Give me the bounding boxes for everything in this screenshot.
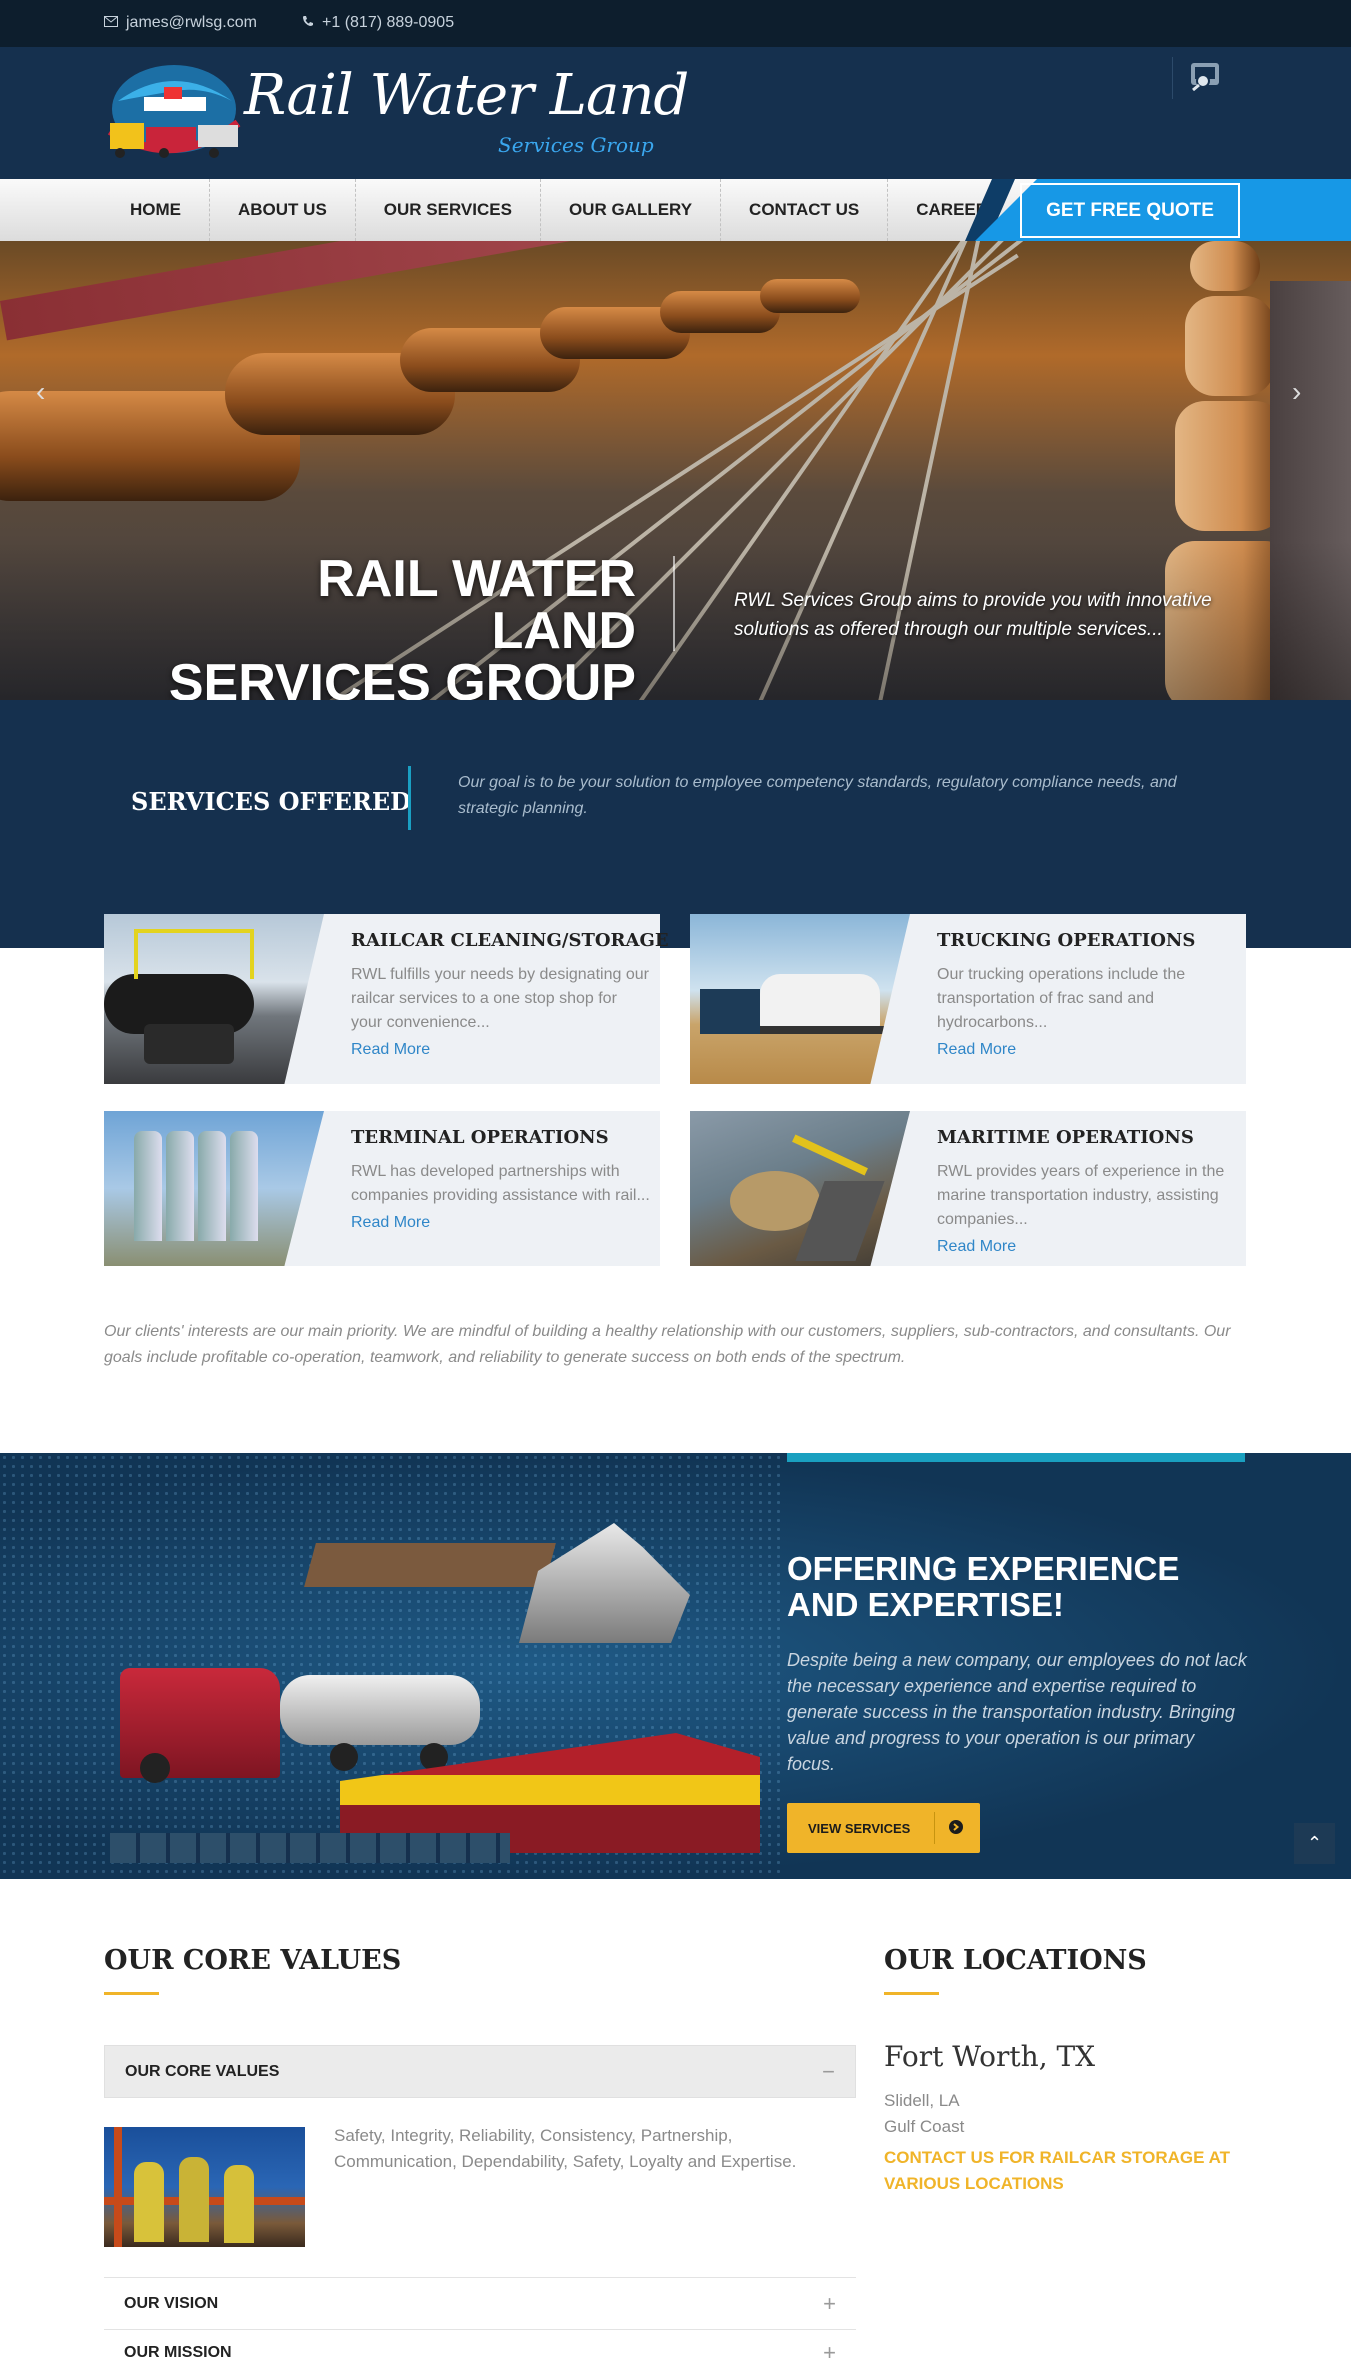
back-to-top-button[interactable]: ⌃ <box>1294 1823 1335 1864</box>
service-card-title: MARITIME OPERATIONS <box>937 1127 1194 1148</box>
service-card-desc: RWL provides years of experience in the … <box>937 1163 1225 1228</box>
nav-our-gallery[interactable]: OUR GALLERY <box>539 179 720 241</box>
hero-divider <box>673 556 675 651</box>
accordion-label: OUR VISION <box>124 2294 219 2312</box>
accordion-label: OUR CORE VALUES <box>125 2062 280 2080</box>
read-more-link[interactable]: Read More <box>937 1238 1237 1256</box>
phone-text: +1 (817) 889-0905 <box>322 14 455 31</box>
read-more-link[interactable]: Read More <box>351 1041 651 1059</box>
locations-heading: OUR LOCATIONS <box>884 1945 1147 1976</box>
service-card-terminal: TERMINAL OPERATIONS RWL has developed pa… <box>104 1111 660 1266</box>
experience-title: OFFERING EXPERIENCE AND EXPERTISE! <box>787 1550 1180 1623</box>
truck-tank-graphic <box>280 1675 480 1745</box>
phone-icon <box>302 14 314 32</box>
railcar-storage-contact-link[interactable]: CONTACT US FOR RAILCAR STORAGE AT VARIOU… <box>884 2145 1234 2197</box>
core-values-text: Safety, Integrity, Reliability, Consiste… <box>334 2126 797 2171</box>
services-intro: Our goal is to be your solution to emplo… <box>458 774 1177 817</box>
experience-text: Despite being a new company, our employe… <box>787 1650 1247 1774</box>
read-more-link[interactable]: Read More <box>937 1041 1237 1059</box>
hero-title-line-1: RAIL WATER LAND <box>317 550 636 660</box>
location-city: Fort Worth, TX <box>884 2040 1096 2073</box>
accordion-label: OUR MISSION <box>124 2344 232 2361</box>
nav-home[interactable]: HOME <box>104 179 209 241</box>
logo-emblem-icon <box>107 65 241 158</box>
accordion-our-mission[interactable]: OUR MISSION + <box>104 2329 856 2376</box>
railcars-graphic <box>110 1833 510 1863</box>
service-card-title: RAILCAR CLEANING/STORAGE <box>351 930 669 951</box>
envelope-icon <box>104 14 118 32</box>
service-card-title: TERMINAL OPERATIONS <box>351 1127 609 1148</box>
nav-contact-us[interactable]: CONTACT US <box>720 179 887 241</box>
service-card-desc: Our trucking operations include the tran… <box>937 966 1186 1031</box>
read-more-link[interactable]: Read More <box>351 1214 651 1232</box>
service-card-maritime: MARITIME OPERATIONS RWL provides years o… <box>690 1111 1246 1266</box>
site-logo[interactable]: Rail Water Land Services Group <box>104 61 689 171</box>
services-section: SERVICES OFFERED Our goal is to be your … <box>0 700 1351 948</box>
services-heading: SERVICES OFFERED <box>131 787 411 816</box>
nav-our-services[interactable]: OUR SERVICES <box>354 179 540 241</box>
get-free-quote-button[interactable]: GET FREE QUOTE <box>1020 183 1240 238</box>
top-bar: james@rwlsg.com +1 (817) 889-0905 <box>0 0 1351 47</box>
view-services-button[interactable]: VIEW SERVICES <box>787 1803 980 1853</box>
search-button[interactable] <box>1172 57 1238 99</box>
hero-slider: ‹ › RAIL WATER LAND SERVICES GROUP RWL S… <box>0 241 1351 700</box>
maritime-photo <box>690 1111 910 1266</box>
railcar-photo <box>104 914 324 1084</box>
terminal-photo <box>104 1111 324 1266</box>
accordion-core-values[interactable]: OUR CORE VALUES − <box>104 2045 856 2098</box>
search-icon <box>1189 61 1223 96</box>
service-card-title: TRUCKING OPERATIONS <box>937 930 1196 951</box>
service-card-desc: RWL has developed partnerships with comp… <box>351 1163 650 1204</box>
email-text: james@rwlsg.com <box>126 14 257 31</box>
chevron-up-icon: ⌃ <box>1306 1833 1323 1853</box>
core-values-photo <box>104 2127 305 2247</box>
clients-statement: Our clients' interests are our main prio… <box>104 1323 1231 1366</box>
barge-graphic <box>304 1543 556 1587</box>
locations-underline <box>884 1992 939 1995</box>
nav-about-us[interactable]: ABOUT US <box>209 179 355 241</box>
site-header: Rail Water Land Services Group <box>0 47 1351 179</box>
service-card-trucking: TRUCKING OPERATIONS Our trucking operati… <box>690 914 1246 1084</box>
experience-section: OFFERING EXPERIENCE AND EXPERTISE! Despi… <box>0 1453 1351 1879</box>
experience-accent-bar <box>787 1453 1245 1462</box>
location-line: Gulf Coast <box>884 2117 965 2136</box>
trucking-photo <box>690 914 910 1084</box>
service-card-railcar: RAILCAR CLEANING/STORAGE RWL fulfills yo… <box>104 914 669 1084</box>
accordion-our-vision[interactable]: OUR VISION + <box>104 2277 856 2329</box>
minus-icon: − <box>822 2058 835 2084</box>
core-values-heading: OUR CORE VALUES <box>104 1945 402 1976</box>
logo-title: Rail Water Land <box>244 63 689 128</box>
location-line: Slidell, LA <box>884 2091 960 2110</box>
hero-title: RAIL WATER LAND SERVICES GROUP <box>160 553 636 700</box>
view-services-label: VIEW SERVICES <box>808 1820 911 1836</box>
arrow-circle-right-icon <box>949 1819 963 1837</box>
hero-subtitle: RWL Services Group aims to provide you w… <box>734 590 1212 640</box>
email-contact[interactable]: james@rwlsg.com <box>104 14 257 32</box>
hero-title-line-2: SERVICES GROUP <box>168 654 636 700</box>
plus-icon: + <box>823 2290 836 2316</box>
plus-icon: + <box>823 2340 836 2365</box>
service-card-desc: RWL fulfills your needs by designating o… <box>351 966 649 1031</box>
phone-contact[interactable]: +1 (817) 889-0905 <box>302 14 454 32</box>
core-values-underline <box>104 1992 159 1995</box>
services-heading-divider <box>408 766 411 830</box>
logo-subtitle: Services Group <box>498 133 654 157</box>
slider-prev-icon[interactable]: ‹ <box>36 376 45 408</box>
slider-next-icon[interactable]: › <box>1292 376 1301 408</box>
